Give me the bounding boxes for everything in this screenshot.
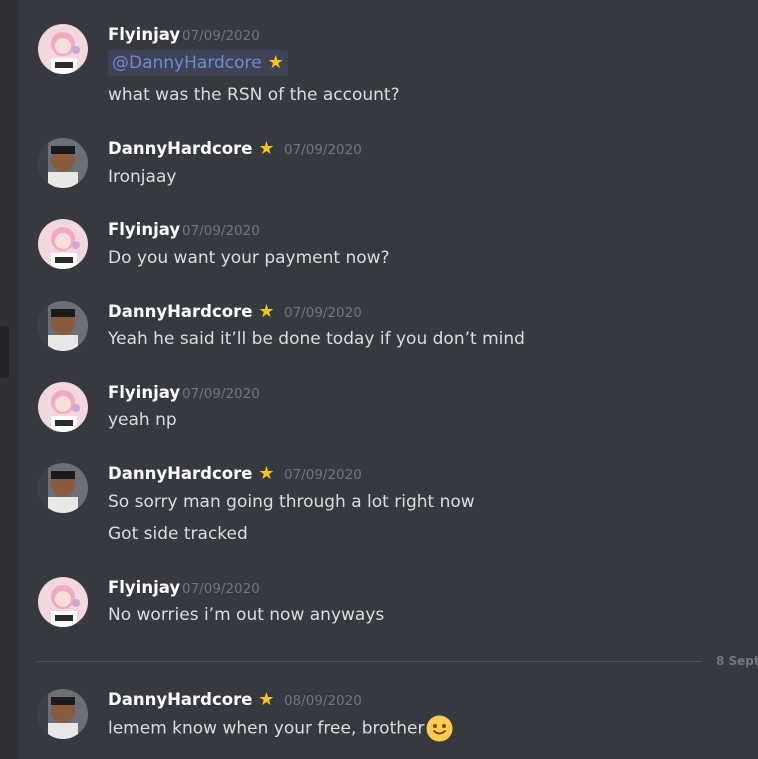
message-author[interactable]: Flyinjay [108,219,180,241]
scrollbar-handle[interactable] [0,326,9,378]
message-author[interactable]: DannyHardcore ★ [108,301,275,323]
date-divider [37,661,702,662]
date-divider-label: 8 Septe [716,654,758,668]
author-name: DannyHardcore [108,139,253,158]
message-text: lemem know when your free, brother [108,715,453,742]
message-text: what was the RSN of the account? [108,85,400,105]
avatar-flyinjay[interactable] [38,219,88,269]
message-timestamp: 07/09/2020 [182,386,260,402]
star-icon: ★ [258,138,275,159]
message-author[interactable]: Flyinjay [108,382,180,404]
author-name: DannyHardcore [108,302,253,321]
message-timestamp: 08/09/2020 [284,693,362,709]
message-text-content: lemem know when your free, brother [108,718,425,739]
avatar-dannyhardcore[interactable] [38,138,88,188]
avatar-dannyhardcore[interactable] [38,301,88,351]
star-icon: ★ [258,301,275,322]
message-text: Got side tracked [108,524,248,544]
message-author[interactable]: DannyHardcore ★ [108,689,275,711]
message-author[interactable]: DannyHardcore ★ [108,138,275,160]
author-name: DannyHardcore [108,464,253,483]
message-timestamp: 07/09/2020 [182,581,260,597]
message-text: yeah np [108,410,177,430]
message-text: Yeah he said it’ll be done today if you … [108,329,525,349]
left-gutter [0,0,18,759]
star-icon: ★ [267,52,284,73]
message-timestamp: 07/09/2020 [284,142,362,158]
avatar-dannyhardcore[interactable] [38,463,88,513]
message-author[interactable]: DannyHardcore ★ [108,463,275,485]
message-timestamp: 07/09/2020 [284,305,362,321]
star-icon: ★ [258,689,275,710]
mention-label: @DannyHardcore [112,53,262,73]
avatar-flyinjay[interactable] [38,577,88,627]
message-text: No worries i’m out now anyways [108,605,385,625]
avatar-dannyhardcore[interactable] [38,689,88,739]
avatar-flyinjay[interactable] [38,24,88,74]
message-timestamp: 07/09/2020 [284,467,362,483]
message-author[interactable]: Flyinjay [108,24,180,46]
avatar-flyinjay[interactable] [38,382,88,432]
message-timestamp: 07/09/2020 [182,28,260,44]
author-name: DannyHardcore [108,690,253,709]
message-text: Ironjaay [108,167,177,187]
user-mention[interactable]: @DannyHardcore ★ [108,50,288,76]
message-text: So sorry man going through a lot right n… [108,492,475,512]
star-icon: ★ [258,463,275,484]
slightly-smiling-face-icon [426,715,453,742]
message-author[interactable]: Flyinjay [108,577,180,599]
message-text: Do you want your payment now? [108,248,390,268]
message-timestamp: 07/09/2020 [182,223,260,239]
